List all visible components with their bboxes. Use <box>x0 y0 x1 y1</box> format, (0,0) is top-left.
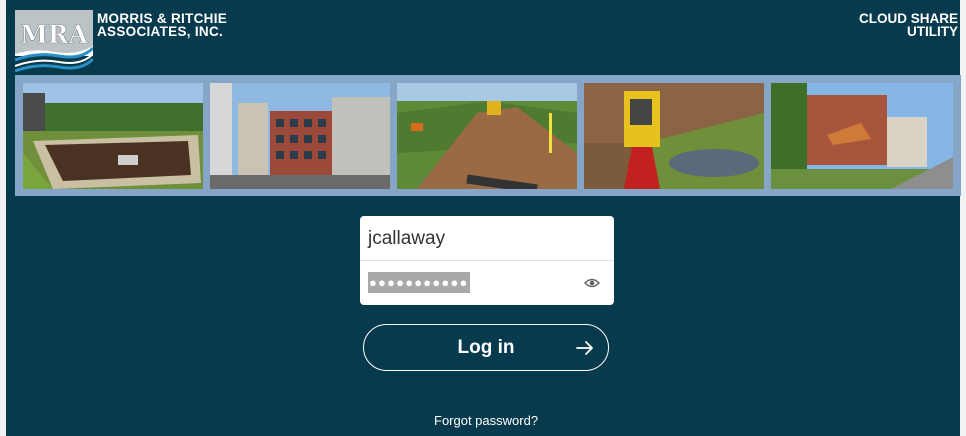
mra-logo-mark: MRA <box>15 10 93 72</box>
login-form: jcallaway ●●●●●●●●●●● <box>360 216 614 305</box>
password-value: ●●●●●●●●●●● <box>368 272 470 293</box>
login-button-label: Log in <box>457 337 515 358</box>
product-title-line2: UTILITY <box>907 24 958 39</box>
product-title: CLOUD SHARE UTILITY <box>859 12 958 39</box>
office-buildings-photo <box>210 83 390 189</box>
logo-monogram: MRA <box>20 20 88 49</box>
company-name: MORRIS & RITCHIE ASSOCIATES, INC. <box>97 12 227 39</box>
login-button[interactable]: Log in <box>363 324 609 371</box>
forgot-password-link[interactable]: Forgot password? <box>434 413 538 428</box>
company-name-line2: ASSOCIATES, INC. <box>97 24 224 39</box>
arrow-right-icon <box>576 341 593 355</box>
construction-site-photo <box>397 83 577 189</box>
residential-building-photo <box>771 83 953 189</box>
stormwater-basin-photo <box>23 83 203 189</box>
username-value: jcallaway <box>368 228 446 249</box>
eye-icon[interactable] <box>584 277 600 289</box>
password-field[interactable]: ●●●●●●●●●●● <box>360 261 614 305</box>
login-page: MRA MORRIS & RITCHIE ASSOCIATES, INC. CL… <box>6 0 961 436</box>
photo-strip <box>15 75 961 196</box>
survey-instrument-photo <box>584 83 764 189</box>
username-field[interactable]: jcallaway <box>360 216 614 261</box>
